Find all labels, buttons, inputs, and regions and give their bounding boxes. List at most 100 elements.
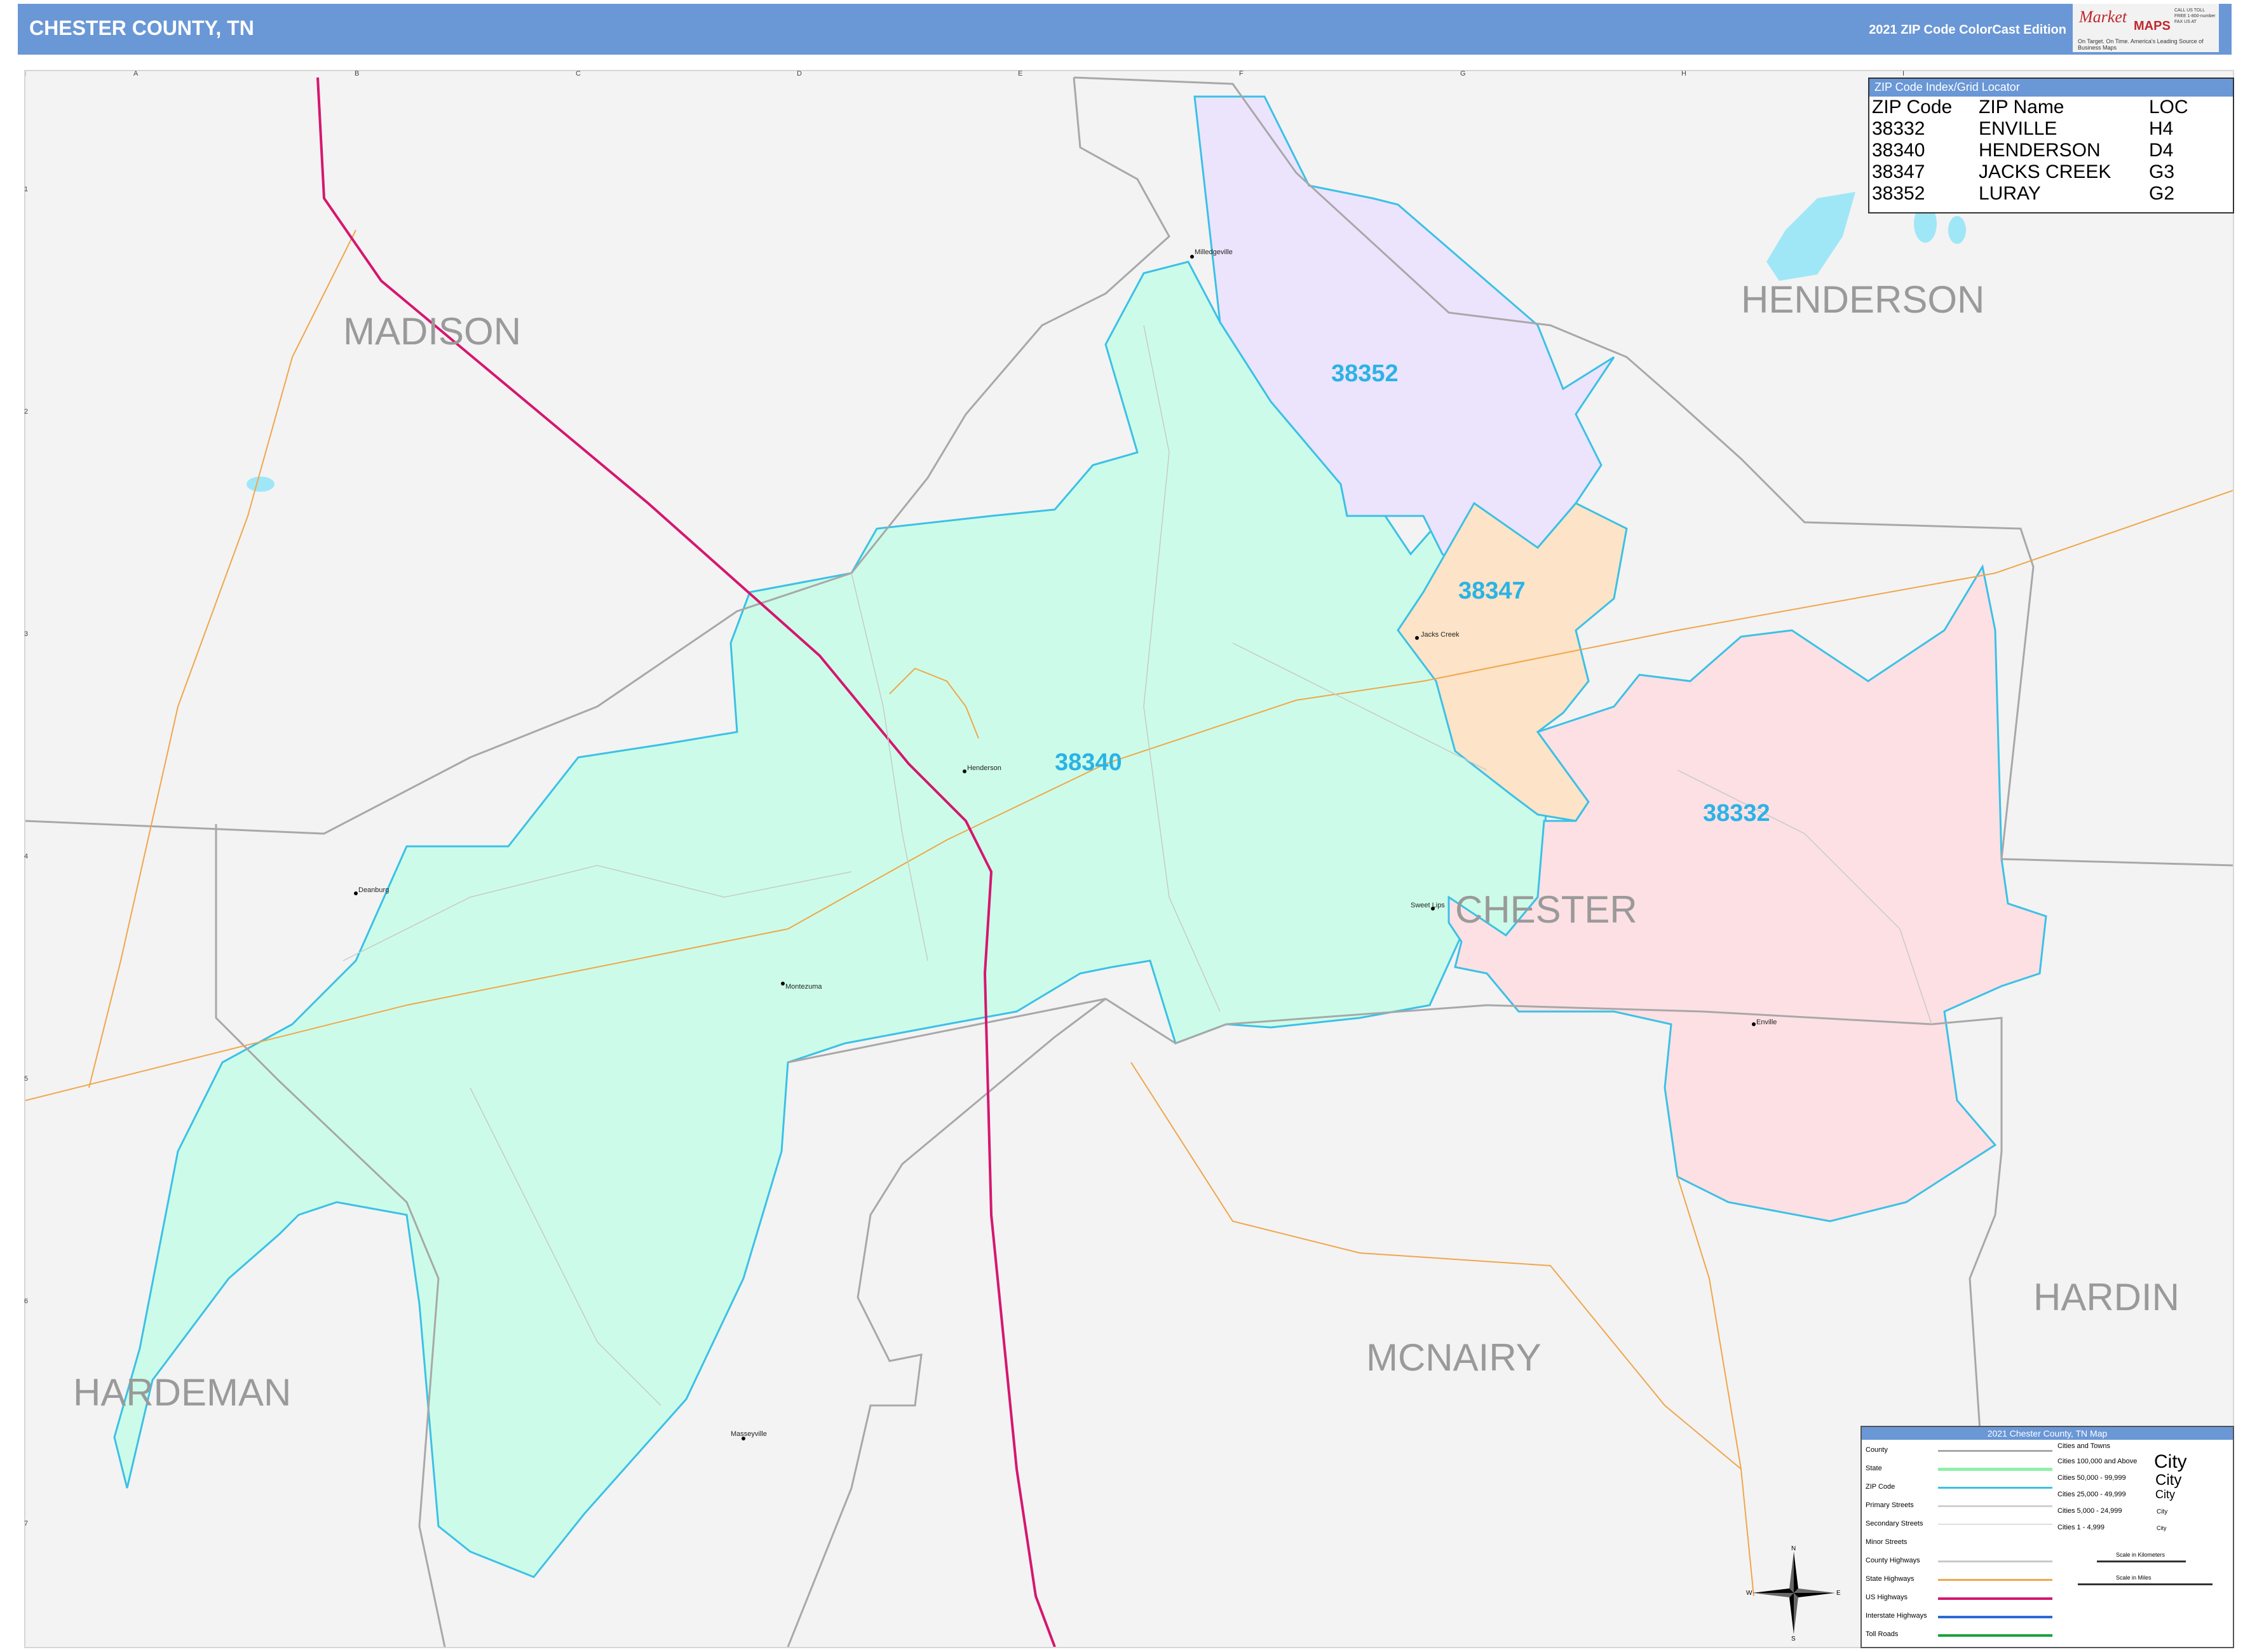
legend-item-minor: Minor Streets [1866, 1538, 1908, 1546]
county-label-mcnairy: MCNAIRY [1366, 1336, 1542, 1379]
legend-city-class-4: Cities 5,000 - 24,999 [2057, 1507, 2122, 1515]
zip-cell: 38332 [1872, 118, 1925, 139]
grid-row-4: 4 [24, 853, 29, 860]
legend-item-county: County [1866, 1446, 1888, 1454]
legend-city-sample-1: City [2154, 1451, 2187, 1472]
logo-tagline: On Target. On Time. America's Leading So… [2078, 38, 2204, 51]
county-label-madison: MADISON [343, 310, 521, 353]
grid-row-7: 7 [24, 1520, 29, 1527]
legend-city-class-1: Cities 100,000 and Above [2057, 1458, 2138, 1465]
zip-index-col-name: ZIP Name [1979, 97, 2064, 118]
legend-cities-title: Cities and Towns [2057, 1442, 2110, 1450]
map-canvas: MADISON HENDERSON CHESTER HARDEMAN MCNAI… [25, 71, 2233, 1647]
grid-col-h: H [1681, 70, 1686, 78]
zip-index-title: ZIP Code Index/Grid Locator [1869, 79, 2233, 97]
town-label-milledgeville: Milledgeville [1195, 248, 1233, 256]
legend-item-zip: ZIP Code [1866, 1483, 1895, 1491]
compass-n: N [1791, 1545, 1796, 1552]
zip-label-38340: 38340 [1055, 749, 1122, 776]
table-row[interactable]: 38332 ENVILLE H4 [1869, 118, 2191, 140]
legend-swatch-primary [1938, 1505, 2052, 1507]
legend-item-toll: Toll Roads [1866, 1630, 1899, 1638]
zip-name-cell: HENDERSON [1979, 140, 2101, 161]
map-title: CHESTER COUNTY, TN [29, 17, 254, 39]
grid-row-5: 5 [24, 1075, 29, 1083]
grid-col-c: C [576, 70, 581, 78]
map-frame: MADISON HENDERSON CHESTER HARDEMAN MCNAI… [24, 70, 2234, 1648]
town-label-sweet-lips: Sweet Lips [1411, 902, 1445, 909]
grid-col-i: I [1902, 70, 1905, 78]
legend-scale-km-bar [2097, 1561, 2186, 1562]
compass-s: S [1791, 1635, 1796, 1641]
town-label-jacks-creek: Jacks Creek [1421, 631, 1460, 639]
legend-city-class-3: Cities 25,000 - 49,999 [2057, 1491, 2126, 1498]
zip-cell: 38347 [1872, 161, 1925, 182]
table-row[interactable]: 38340 HENDERSON D4 [1869, 140, 2191, 161]
legend-swatch-state [1938, 1468, 2052, 1471]
zip-index-table: ZIP Code Index/Grid Locator ZIP Code ZIP… [1868, 78, 2234, 213]
legend-swatch-interstate [1938, 1616, 2052, 1618]
zip-loc-cell: G2 [2149, 183, 2175, 204]
lake-henderson [1766, 192, 1855, 281]
compass-rose-icon: N S E W [1746, 1545, 1841, 1641]
edition-label: 2021 ZIP Code ColorCast Edition [1869, 23, 2066, 37]
legend-item-interstate: Interstate Highways [1866, 1612, 1927, 1620]
legend-item-state: State [1866, 1465, 1882, 1472]
zip-index-header-row: ZIP Code ZIP Name LOC [1869, 97, 2191, 118]
legend-swatch-county-hwy [1938, 1561, 2052, 1562]
grid-row-2: 2 [24, 408, 29, 416]
legend-city-sample-4: City [2157, 1508, 2168, 1515]
legend-scale-mi: Scale in Miles [2116, 1574, 2152, 1581]
legend-swatch-zip [1938, 1487, 2052, 1489]
legend-swatch-toll [1938, 1634, 2052, 1637]
legend-scale-mi-bar [2078, 1583, 2213, 1585]
county-label-henderson: HENDERSON [1741, 278, 1984, 321]
zip-name-cell: JACKS CREEK [1979, 161, 2111, 182]
header-bar: CHESTER COUNTY, TN 2021 ZIP Code ColorCa… [18, 4, 2232, 55]
legend-swatch-county [1938, 1450, 2052, 1452]
town-label-deanburg: Deanburg [358, 886, 389, 894]
logo-brand-b: MAPS [2134, 19, 2171, 33]
zip-index-col-loc: LOC [2149, 97, 2188, 118]
zip-loc-cell: D4 [2149, 140, 2174, 161]
legend-item-county-hwy: County Highways [1866, 1557, 1920, 1564]
grid-row-3: 3 [24, 630, 29, 638]
legend-item-us-hwy: US Highways [1866, 1594, 1908, 1601]
zip-loc-cell: H4 [2149, 118, 2174, 139]
legend-scale-km: Scale in Kilometers [2116, 1552, 2165, 1558]
legend-title: 2021 Chester County, TN Map [1862, 1427, 2233, 1440]
market-maps-logo: Market MAPS On Target. On Time. America'… [2073, 4, 2219, 52]
logo-contact: CALL US TOLL FREE 1-800-number FAX US AT [2174, 8, 2216, 24]
grid-col-b: B [355, 70, 360, 78]
town-label-masseyville: Masseyville [731, 1430, 767, 1438]
legend-city-class-5: Cities 1 - 4,999 [2057, 1524, 2104, 1531]
zip-label-38332: 38332 [1703, 800, 1770, 827]
zip-index-col-zip: ZIP Code [1872, 97, 1953, 118]
legend-swatch-secondary [1938, 1524, 2052, 1525]
lake-small-2 [1948, 216, 1966, 244]
legend-city-sample-2: City [2155, 1472, 2182, 1489]
grid-col-g: G [1460, 70, 1466, 78]
county-label-hardeman: HARDEMAN [73, 1371, 291, 1414]
legend-city-sample-3: City [2155, 1488, 2175, 1501]
grid-col-a: A [133, 70, 139, 78]
town-label-montezuma: Montezuma [785, 983, 822, 991]
legend-swatch-us-hwy [1938, 1597, 2052, 1600]
legend-item-state-hwy: State Highways [1866, 1575, 1915, 1583]
table-row[interactable]: 38347 JACKS CREEK G3 [1869, 161, 2191, 183]
grid-row-6: 6 [24, 1297, 29, 1305]
zip-index-grid: ZIP Code ZIP Name LOC 38332 ENVILLE H4 3… [1869, 97, 2191, 205]
legend-item-primary: Primary Streets [1866, 1501, 1914, 1509]
map-legend: 2021 Chester County, TN Map County State… [1860, 1426, 2234, 1648]
zip-cell: 38352 [1872, 183, 1925, 204]
logo-brand-a: Market [2079, 8, 2127, 26]
legend-city-class-2: Cities 50,000 - 99,999 [2057, 1474, 2126, 1482]
legend-swatch-state-hwy [1938, 1579, 2052, 1581]
grid-col-f: F [1239, 70, 1244, 78]
county-label-hardin: HARDIN [2033, 1276, 2179, 1318]
zip-name-cell: ENVILLE [1979, 118, 2057, 139]
zip-name-cell: LURAY [1979, 183, 2041, 204]
town-label-henderson: Henderson [967, 764, 1001, 772]
grid-col-d: D [797, 70, 802, 78]
table-row[interactable]: 38352 LURAY G2 [1869, 183, 2191, 205]
